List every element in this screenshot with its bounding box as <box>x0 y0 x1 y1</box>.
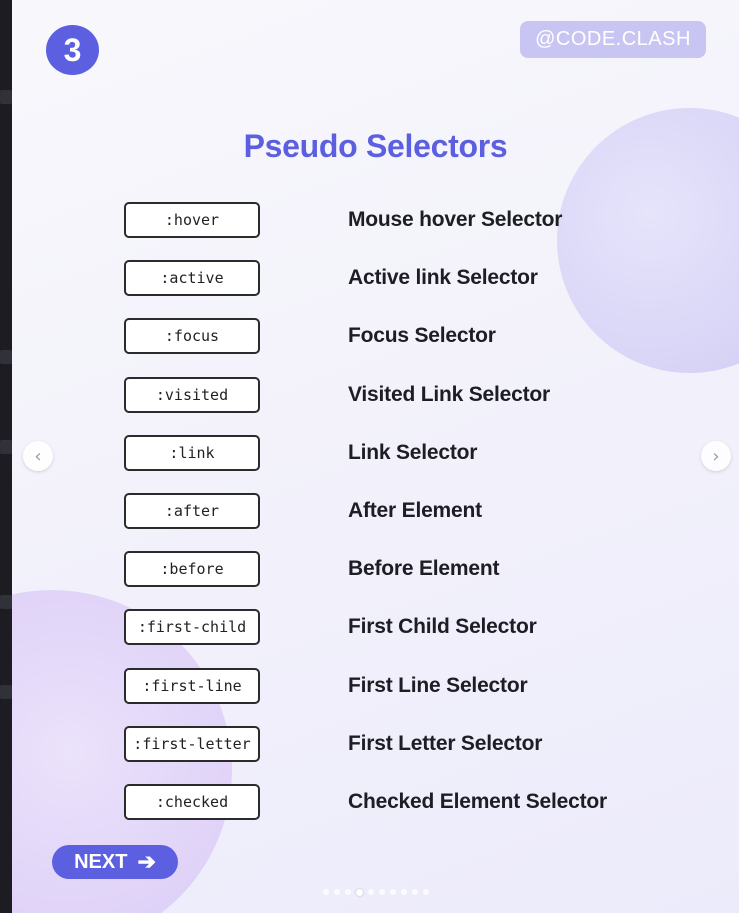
selector-row: :link Link Selector <box>12 435 739 471</box>
background-app-strip <box>0 0 12 913</box>
pagination-dots <box>12 887 739 897</box>
background-fragment <box>0 350 12 364</box>
selector-description: After Element <box>348 499 482 522</box>
pagination-dot[interactable] <box>344 889 351 895</box>
selector-row: :visited Visited Link Selector <box>12 377 739 413</box>
next-button-label: NEXT <box>74 850 128 873</box>
background-fragment <box>0 685 12 699</box>
chevron-right-icon[interactable]: › <box>701 441 731 471</box>
selector-row: :active Active link Selector <box>12 260 739 296</box>
arrow-right-icon: ➔ <box>137 849 156 874</box>
pagination-dot[interactable] <box>400 889 407 895</box>
selector-description: First Line Selector <box>348 674 528 697</box>
carousel-slide: 3 @CODE.CLASH Pseudo Selectors :hover Mou… <box>12 0 739 913</box>
slide-number-badge: 3 <box>46 25 99 75</box>
pagination-dot[interactable] <box>378 889 385 895</box>
author-handle: @CODE.CLASH <box>520 21 706 58</box>
selector-code-box: :before <box>124 551 260 587</box>
selector-description: Link Selector <box>348 441 478 464</box>
selector-row: :first-line First Line Selector <box>12 668 739 704</box>
background-fragment <box>0 90 12 104</box>
pagination-dot[interactable] <box>355 888 363 896</box>
selector-description: Before Element <box>348 557 500 580</box>
selector-code-box: :checked <box>124 784 260 820</box>
selector-description: Checked Element Selector <box>348 790 607 813</box>
selector-description: Mouse hover Selector <box>348 208 563 231</box>
selector-row: :focus Focus Selector <box>12 318 739 354</box>
selector-description: Active link Selector <box>348 266 538 289</box>
background-fragment <box>0 440 12 454</box>
slide-title: Pseudo Selectors <box>243 128 508 164</box>
selector-code-box: :hover <box>124 202 260 238</box>
pagination-dot[interactable] <box>322 889 329 895</box>
pagination-dot[interactable] <box>389 889 396 895</box>
selector-description: Visited Link Selector <box>348 383 550 406</box>
next-button[interactable]: NEXT ➔ <box>52 845 178 879</box>
selector-description: First Child Selector <box>348 615 537 638</box>
selector-code-box: :first-letter <box>124 726 260 762</box>
pagination-dot[interactable] <box>411 889 418 895</box>
selector-code-box: :link <box>124 435 260 471</box>
selector-code-box: :after <box>124 493 260 529</box>
selector-row: :first-letter First Letter Selector <box>12 726 739 762</box>
selector-code-box: :first-child <box>124 609 260 645</box>
selector-row: :checked Checked Element Selector <box>12 784 739 820</box>
selector-row: :first-child First Child Selector <box>12 609 739 645</box>
selector-description: Focus Selector <box>348 324 496 347</box>
pagination-dot[interactable] <box>367 889 374 895</box>
selector-code-box: :active <box>124 260 260 296</box>
selector-code-box: :visited <box>124 377 260 413</box>
selector-row: :after After Element <box>12 493 739 529</box>
background-fragment <box>0 595 12 609</box>
selector-code-box: :first-line <box>124 668 260 704</box>
pagination-dot[interactable] <box>422 889 429 895</box>
selector-code-box: :focus <box>124 318 260 354</box>
pagination-dot[interactable] <box>333 889 340 895</box>
selector-description: First Letter Selector <box>348 732 543 755</box>
chevron-left-icon[interactable]: ‹ <box>23 441 53 471</box>
selector-row: :hover Mouse hover Selector <box>12 202 739 238</box>
selector-row: :before Before Element <box>12 551 739 587</box>
